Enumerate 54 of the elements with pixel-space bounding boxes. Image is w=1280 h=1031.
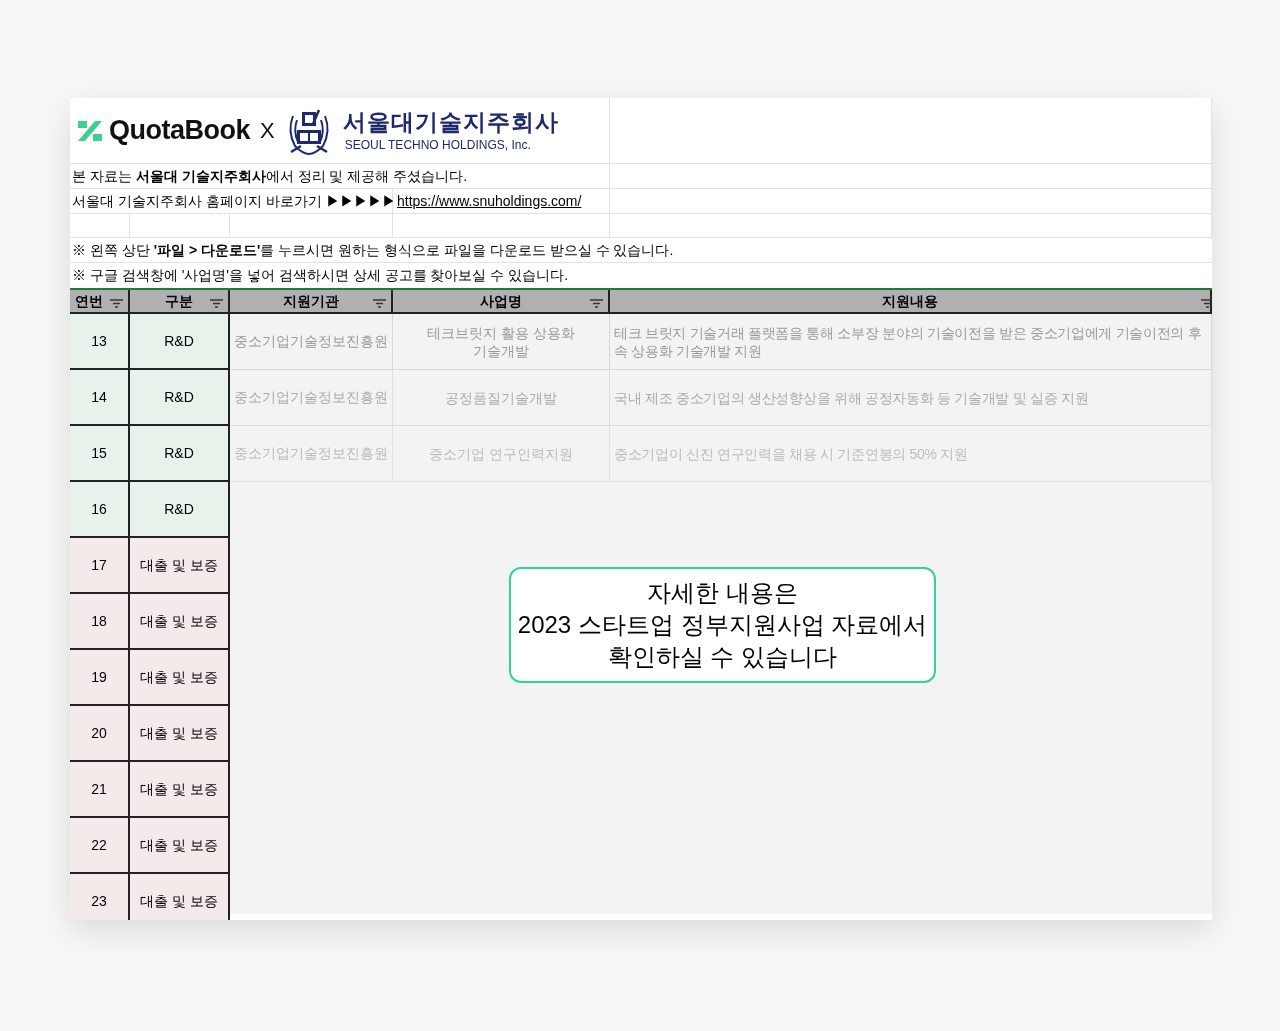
note-text: ※ 구글 검색창에 '사업명'을 넣어 검색하시면 상세 공고를 찾아보실 수 있습니다.: [71, 266, 570, 285]
partner-name: 서울대기술지주회사: [342, 110, 559, 134]
category-cell: 대출 및 보증: [130, 818, 230, 874]
partner-subtitle: SEOUL TECHNO HOLDINGS, Inc.: [344, 138, 532, 151]
row-number-cell: 23: [70, 874, 130, 920]
table-cell: 중소기업기술정보진흥원: [230, 370, 393, 426]
note-text: ※ 왼쪽 상단 '파일 > 다운로드'를 누르시면 원하는 형식으로 파일을 다운로드 받으실 수 있습니다.: [71, 241, 675, 260]
row-number-cell: 20: [70, 706, 130, 762]
table-cell: 국내 제조 중소기업의 생산성향상을 위해 공정자동화 등 기술개발 및 실증 지원: [610, 370, 1212, 426]
category-cell: 대출 및 보증: [130, 594, 230, 650]
column-header[interactable]: 사업명: [393, 290, 610, 312]
row-number-cell: 21: [70, 762, 130, 818]
filter-icon[interactable]: [1201, 299, 1212, 308]
homepage-label: 서울대 기술지주회사 홈페이지 바로가기 ▶▶▶▶▶: [72, 191, 396, 211]
filter-icon[interactable]: [110, 299, 123, 308]
table-cell: 중소기업기술정보진흥원: [230, 426, 393, 482]
row-number-cell: 15: [70, 426, 130, 482]
category-cell: 대출 및 보증: [130, 874, 230, 920]
column-header[interactable]: 지원내용: [610, 290, 1212, 312]
category-cell: 대출 및 보증: [130, 538, 230, 594]
credit-text: 본 자료는 서울대 기술지주회사에서 정리 및 제공해 주셨습니다.: [70, 164, 610, 189]
row-number-cell: 17: [70, 538, 130, 594]
category-cell: 대출 및 보증: [130, 706, 230, 762]
brand-name: QuotaBook: [109, 114, 250, 148]
table-cell: 중소기업기술정보진흥원: [230, 314, 393, 370]
row-number-cell: 13: [70, 314, 130, 370]
category-cell: R&D: [130, 370, 230, 426]
category-cell: R&D: [130, 314, 230, 370]
category-cell: R&D: [130, 482, 230, 538]
separator-text: X: [260, 117, 275, 145]
table-cell: 테크 브릿지 기술거래 플랫폼을 통해 소부장 분야의 기술이전을 받은 중소기업에게 기술이전의 후속 상용화 기술개발 지원: [610, 314, 1212, 370]
table-cell: 중소기업 연구인력지원: [393, 426, 610, 482]
callout-text: 2023 스타트업 정부지원사업 자료에서: [517, 610, 928, 640]
category-cell: 대출 및 보증: [130, 650, 230, 706]
brand-logo-icon: [78, 120, 102, 141]
column-header[interactable]: 연번: [70, 290, 130, 312]
column-header[interactable]: 지원기관: [230, 290, 393, 312]
row-number-cell: 18: [70, 594, 130, 650]
callout-text: 자세한 내용은: [647, 578, 798, 608]
homepage-link[interactable]: https://www.snuholdings.com/: [397, 190, 582, 212]
filter-icon[interactable]: [373, 299, 386, 308]
filter-icon[interactable]: [590, 299, 603, 308]
row-number-cell: 19: [70, 650, 130, 706]
callout-text: 확인하실 수 있습니다: [607, 642, 838, 672]
category-cell: 대출 및 보증: [130, 762, 230, 818]
column-header[interactable]: 구분: [130, 290, 230, 312]
category-cell: R&D: [130, 426, 230, 482]
row-number-cell: 14: [70, 370, 130, 426]
table-cell: 공정품질기술개발: [393, 370, 610, 426]
table-cell: 테크브릿지 활용 상용화 기술개발: [393, 314, 610, 370]
row-number-cell: 22: [70, 818, 130, 874]
row-number-cell: 16: [70, 482, 130, 538]
filter-icon[interactable]: [210, 299, 223, 308]
table-cell: 중소기업이 신진 연구인력을 채용 시 기준연봉의 50% 지원: [610, 426, 1212, 482]
